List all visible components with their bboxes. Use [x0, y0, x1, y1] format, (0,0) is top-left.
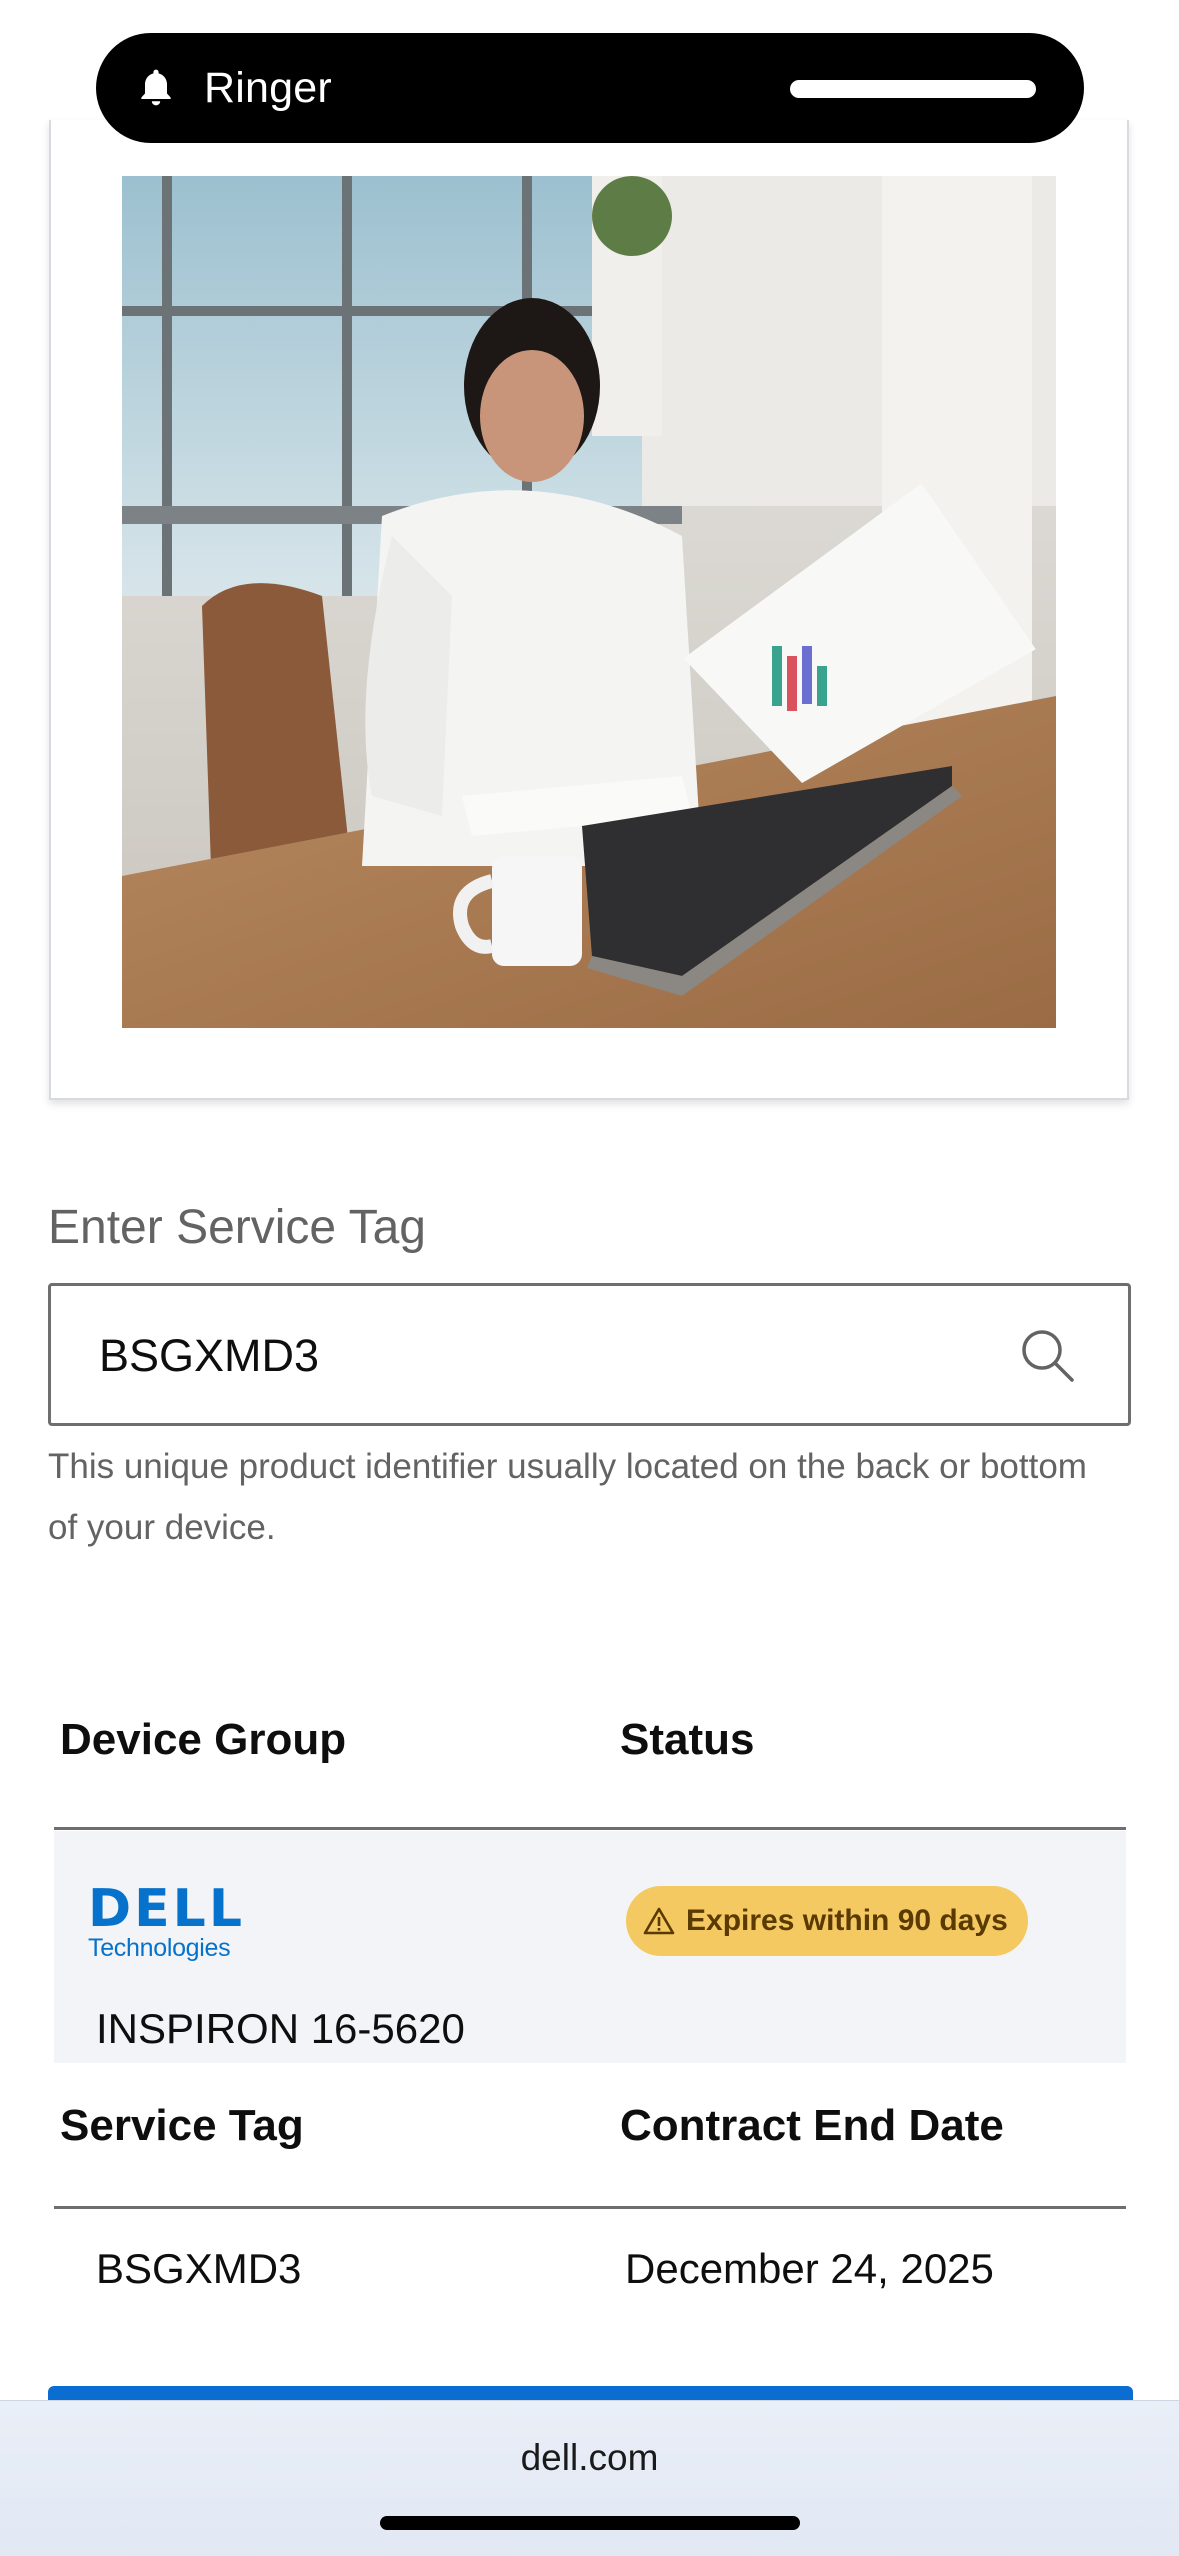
ringer-indicator: Ringer — [96, 33, 1084, 143]
service-tag-heading: Enter Service Tag — [48, 1201, 426, 1254]
service-tag-input-value[interactable]: BSGXMD3 — [99, 1330, 319, 1382]
dell-technologies-logo: DELL Technologies — [88, 1879, 245, 1963]
page: Ringer Enter Service Tag BSGXMD3 This un… — [0, 0, 1179, 2556]
ringer-label: Ringer — [204, 63, 332, 112]
status-badge-label: Expires within 90 days — [686, 1904, 1008, 1937]
dell-logo-subtitle: Technologies — [88, 1934, 231, 1962]
hero-photo — [122, 176, 1056, 1028]
table-divider — [54, 2206, 1126, 2209]
product-name: INSPIRON 16-5620 — [96, 2005, 465, 2052]
service-tag-value: BSGXMD3 — [96, 2245, 302, 2292]
status-badge: Expires within 90 days — [626, 1886, 1028, 1956]
ringer-volume-bar — [790, 80, 1036, 98]
column-header-contract-end-date: Contract End Date — [620, 2101, 1004, 2150]
contract-end-date-value: December 24, 2025 — [625, 2245, 994, 2292]
browser-url[interactable]: dell.com — [0, 2437, 1179, 2479]
column-header-device-group: Device Group — [60, 1715, 347, 1764]
column-header-status: Status — [620, 1715, 755, 1764]
home-indicator[interactable] — [380, 2516, 800, 2530]
service-tag-input[interactable]: BSGXMD3 — [48, 1283, 1131, 1426]
bell-icon — [134, 66, 178, 110]
dell-logo-wordmark: DELL — [88, 1879, 245, 1939]
search-icon[interactable] — [1020, 1328, 1076, 1384]
warning-icon — [642, 1904, 676, 1938]
table-divider — [54, 1827, 1126, 1830]
service-tag-helper-text: This unique product identifier usually l… — [48, 1447, 1087, 1547]
column-header-service-tag: Service Tag — [60, 2101, 304, 2150]
